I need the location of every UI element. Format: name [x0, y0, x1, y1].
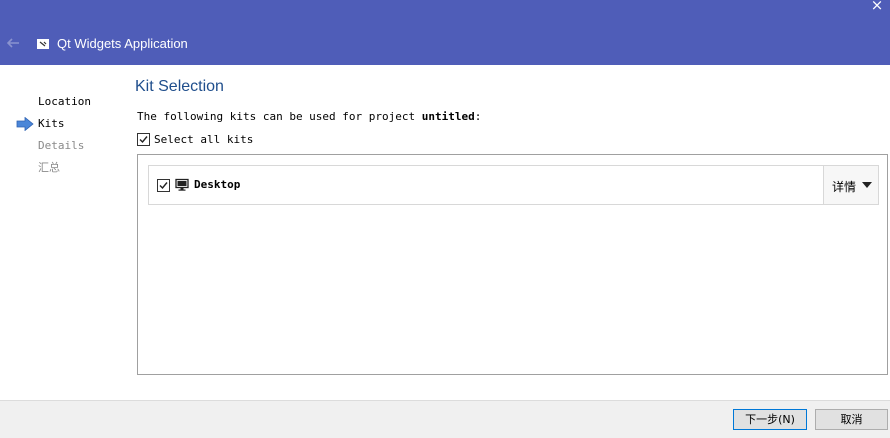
app-icon — [37, 39, 49, 49]
window-title: Qt Widgets Application — [57, 36, 188, 51]
intro-suffix: : — [474, 110, 482, 123]
details-label: 详情 — [832, 180, 857, 194]
cancel-button[interactable]: 取消 — [815, 409, 888, 430]
title-bar: × Qt Widgets Application — [0, 0, 890, 65]
back-arrow-icon[interactable] — [4, 34, 22, 52]
project-name: untitled — [421, 110, 475, 123]
intro-prefix: The following kits can be used for proje… — [137, 110, 422, 123]
checkbox-checked-icon[interactable] — [137, 132, 150, 146]
close-button[interactable]: × — [864, 0, 890, 14]
chevron-down-icon — [862, 182, 872, 188]
kit-name: Desktop — [194, 178, 241, 191]
kit-list-panel: Desktop 详情 — [137, 154, 888, 375]
step-details: Details — [38, 139, 85, 152]
monitor-icon — [175, 178, 189, 191]
next-button[interactable]: 下一步(N) — [733, 409, 807, 430]
kit-checkbox[interactable] — [157, 179, 170, 192]
page-title: Kit Selection — [135, 78, 224, 95]
select-all-label: Select all kits — [154, 132, 254, 146]
select-all-kits-checkbox[interactable]: Select all kits — [137, 132, 253, 148]
step-kits: Kits — [38, 117, 65, 130]
step-location: Location — [38, 95, 91, 108]
current-step-arrow-icon — [16, 117, 34, 131]
close-icon: × — [870, 0, 884, 14]
kit-details-button[interactable]: 详情 — [823, 166, 878, 204]
intro-text: The following kits can be used for proje… — [137, 110, 481, 123]
step-summary: 汇总 — [38, 161, 60, 174]
kit-row-desktop: Desktop 详情 — [148, 165, 879, 205]
